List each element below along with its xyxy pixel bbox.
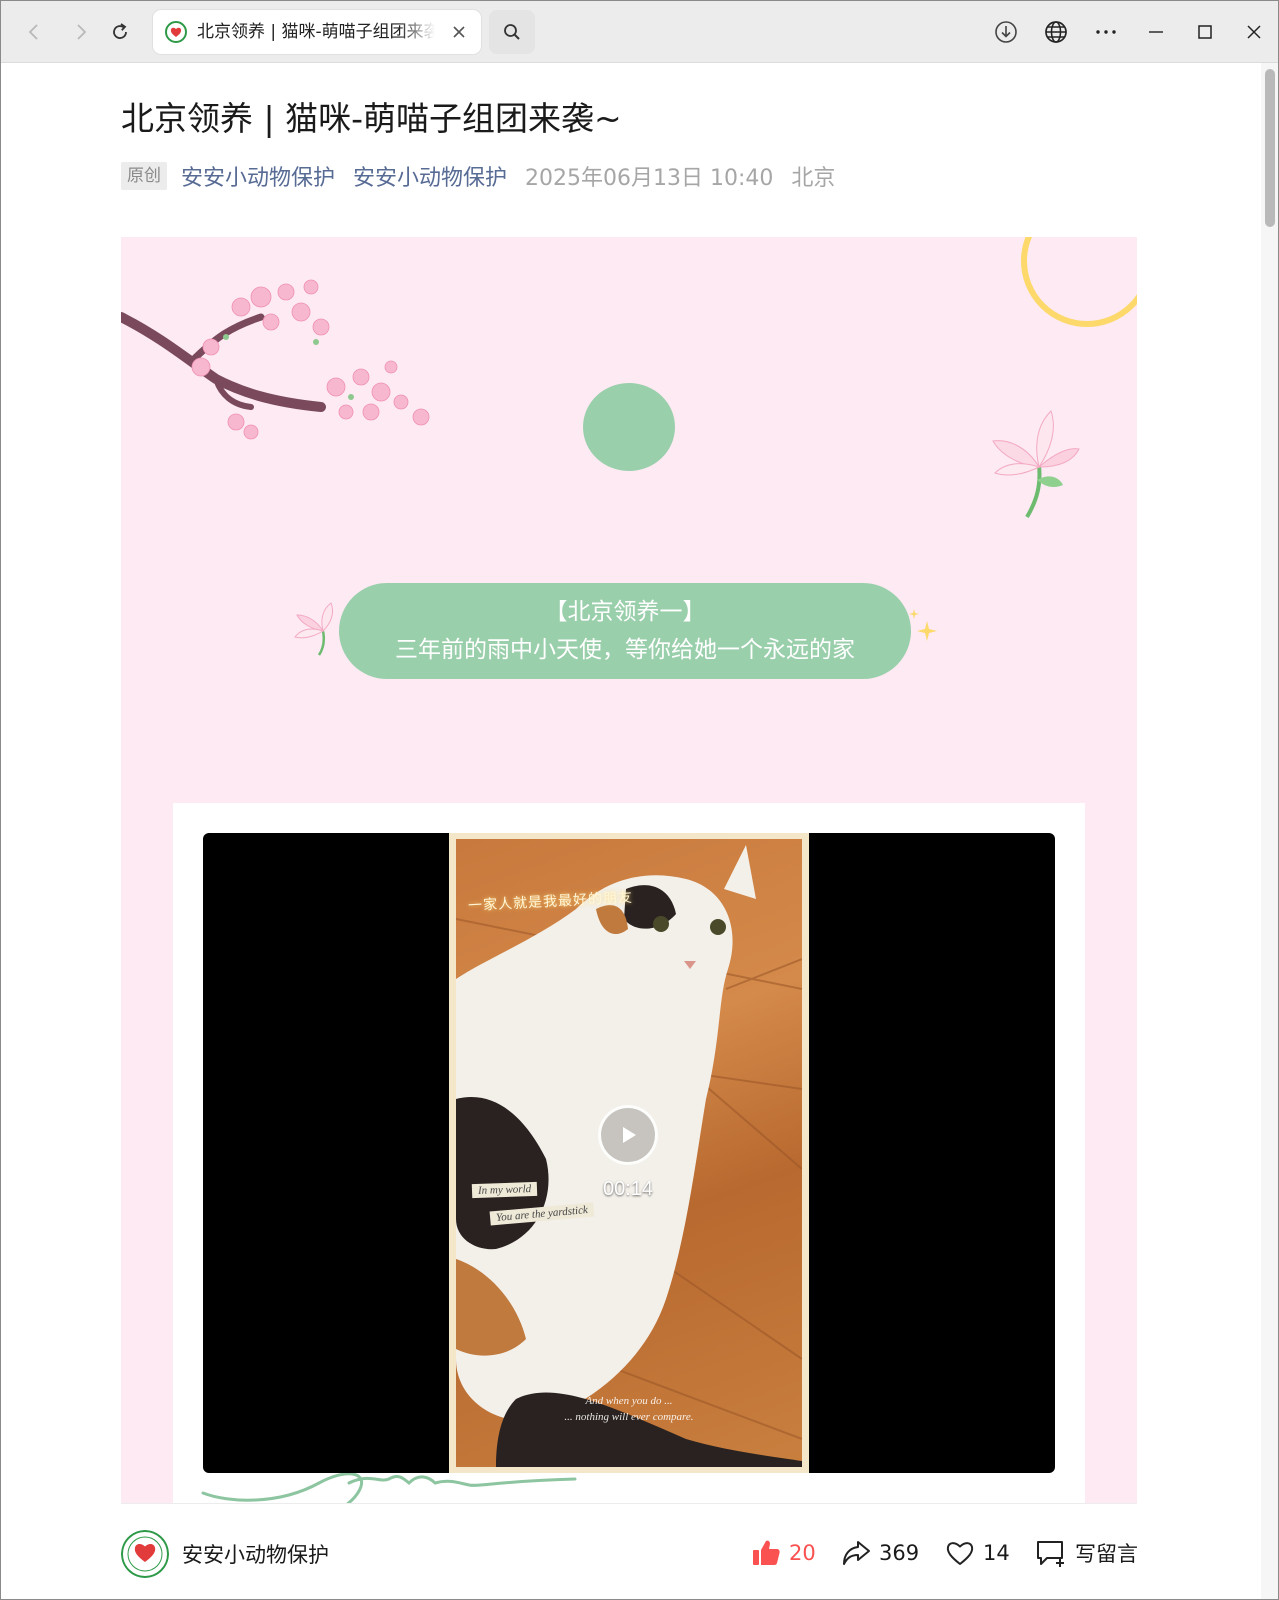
yellow-ring-decoration [1021, 237, 1137, 327]
scrollbar-thumb[interactable] [1265, 69, 1275, 227]
account-name[interactable]: 安安小动物保护 [182, 1539, 329, 1569]
share-icon [843, 1541, 870, 1565]
video-caption-1: And when you do ... [585, 1395, 673, 1407]
publish-location: 北京 [791, 166, 836, 191]
write-comment-button[interactable]: 写留言 [1035, 1537, 1138, 1569]
video-caption-2: ... nothing will ever compare. [564, 1411, 694, 1423]
title-bar: 北京领养 | 猫咪-萌喵子组团来袭~ [1, 1, 1278, 63]
video-tape-label-1: In my world [471, 1181, 538, 1199]
share-button[interactable]: 369 [841, 1537, 919, 1569]
article: 北京领养 | 猫咪-萌喵子组团来袭~ 原创 安安小动物保护 安安小动物保护 20… [121, 63, 1137, 1503]
poster-image: 【北京领养一】 三年前的雨中小天使，等你给她一个永远的家 一家人就是我最好的朋友… [121, 237, 1137, 1503]
heart-icon [946, 1542, 974, 1565]
video-duration: 00:14 [602, 1178, 654, 1200]
download-icon[interactable] [989, 15, 1023, 49]
adoption-heading-pill: 【北京领养一】 三年前的雨中小天使，等你给她一个永远的家 [339, 583, 911, 679]
pill-title: 【北京领养一】 [544, 599, 706, 625]
more-icon[interactable] [1089, 15, 1123, 49]
share-count: 369 [879, 1541, 920, 1565]
publish-date: 2025年06月13日 10:40 [525, 166, 774, 191]
account-avatar[interactable] [121, 1530, 169, 1578]
comment-icon [1037, 1541, 1064, 1567]
browser-window: 北京领养 | 猫咪-萌喵子组团来袭~ 北京领养 | 猫咪-萌喵子组团来袭~ 原创… [0, 0, 1279, 1600]
account-link-publisher[interactable]: 安安小动物保护 [353, 160, 507, 192]
play-icon [623, 1127, 636, 1143]
article-title: 北京领养 | 猫咪-萌喵子组团来袭~ [121, 99, 622, 138]
active-tab[interactable]: 北京领养 | 猫咪-萌喵子组团来袭~ [153, 10, 481, 54]
scrollbar[interactable] [1261, 63, 1278, 1599]
forward-icon[interactable] [64, 15, 98, 49]
sparkle-icon [909, 609, 937, 641]
original-badge: 原创 [121, 162, 167, 190]
favorite-button[interactable]: 14 [945, 1537, 1010, 1569]
favicon-icon [165, 21, 187, 43]
account-link-author[interactable]: 安安小动物保护 [181, 160, 335, 192]
favorite-count: 14 [983, 1541, 1010, 1565]
minimize-icon[interactable] [1139, 15, 1173, 49]
tab-title: 北京领养 | 猫咪-萌喵子组团来袭~ [197, 22, 435, 42]
tab-close-icon[interactable] [447, 20, 471, 44]
write-comment-label: 写留言 [1075, 1542, 1138, 1566]
close-icon[interactable] [1237, 15, 1271, 49]
reload-icon[interactable] [103, 15, 137, 49]
article-meta: 原创 安安小动物保护 安安小动物保护 2025年06月13日 10:40 北京 [121, 159, 835, 193]
video-card: 一家人就是我最好的朋友 In my world You are the yard… [173, 803, 1085, 1503]
globe-icon[interactable] [1039, 15, 1073, 49]
lily-flower-icon [992, 410, 1080, 519]
play-button[interactable] [598, 1105, 658, 1165]
like-count: 20 [789, 1541, 816, 1565]
back-icon[interactable] [17, 15, 51, 49]
bottom-action-bar: 安安小动物保护 20 369 14 写留言 [1, 1503, 1259, 1599]
video-player[interactable]: 一家人就是我最好的朋友 In my world You are the yard… [203, 833, 1055, 1473]
divider [121, 1503, 1137, 1504]
search-icon[interactable] [489, 10, 535, 54]
like-button[interactable]: 20 [751, 1537, 816, 1569]
thumbs-up-icon [753, 1540, 780, 1565]
maximize-icon[interactable] [1188, 15, 1222, 49]
green-dot-decoration [583, 383, 675, 471]
pill-subtitle: 三年前的雨中小天使，等你给她一个永远的家 [395, 637, 855, 663]
cherry-blossom-branch-icon [121, 279, 430, 440]
